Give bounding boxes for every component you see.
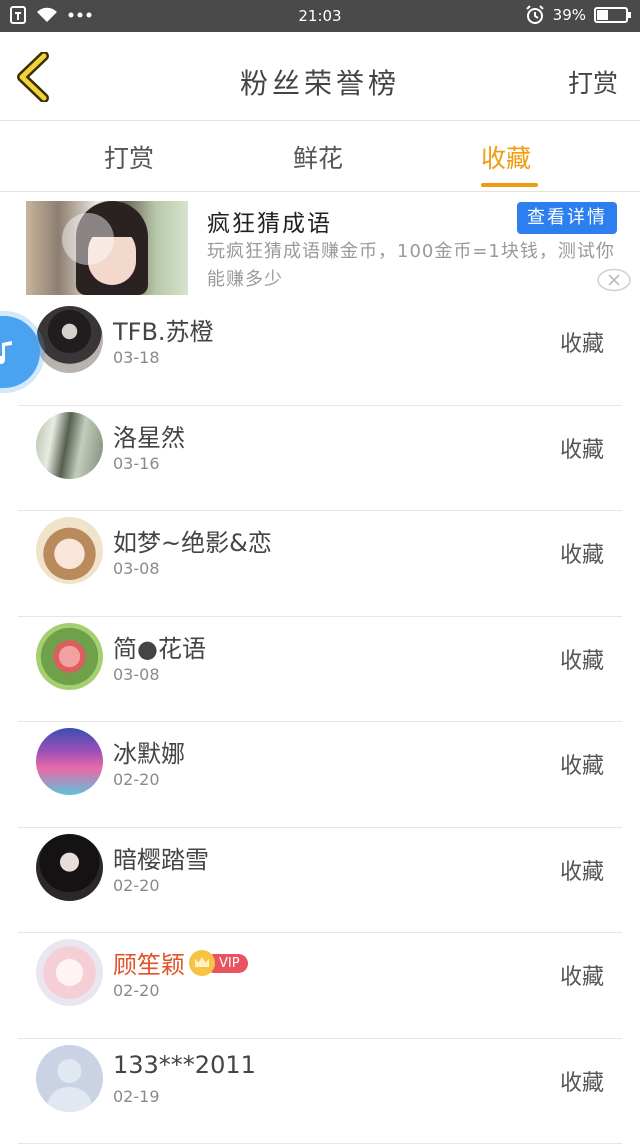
list-item[interactable]: 暗樱踏雪 02-20 收藏 xyxy=(0,828,640,934)
avatar xyxy=(36,623,103,690)
avatar xyxy=(36,412,103,479)
avatar xyxy=(36,834,103,901)
default-avatar-icon xyxy=(36,1045,103,1112)
favorite-label: 收藏 xyxy=(560,326,604,358)
fan-name: 133***2011 xyxy=(113,1051,256,1079)
alarm-icon xyxy=(525,5,545,25)
favorite-label: 收藏 xyxy=(560,748,604,780)
fan-name: TFB.苏橙 xyxy=(113,312,214,347)
list-item[interactable]: 冰默娜 02-20 收藏 xyxy=(0,722,640,828)
list-item[interactable]: 洛星然 03-16 收藏 xyxy=(0,406,640,512)
page-title: 粉丝荣誉榜 xyxy=(0,62,640,102)
fan-name-vip: 顾笙颖VIP xyxy=(113,945,248,980)
favorite-label: 收藏 xyxy=(560,959,604,991)
fan-name: 如梦~绝影&恋 xyxy=(113,523,272,558)
fan-date: 03-18 xyxy=(113,348,160,367)
fan-date: 02-20 xyxy=(113,770,160,789)
reward-button[interactable]: 打赏 xyxy=(568,64,618,100)
crown-icon xyxy=(189,950,215,976)
ad-close-icon[interactable] xyxy=(596,268,632,292)
list-item[interactable]: TFB.苏橙 03-18 收藏 xyxy=(0,300,640,406)
avatar xyxy=(36,306,103,373)
status-bar: 21:03 39% xyxy=(0,0,640,32)
list-item[interactable]: 133***2011 02-19 收藏 xyxy=(0,1039,640,1144)
fan-name: 顾笙颖 xyxy=(113,951,185,979)
fan-date: 03-08 xyxy=(113,665,160,684)
tab-favorites[interactable]: 收藏 xyxy=(481,139,531,175)
ad-description: 玩疯狂猜成语赚金币，100金币=1块钱，测试你能赚多少 xyxy=(207,238,622,294)
fan-date: 02-19 xyxy=(113,1087,160,1106)
fan-name: 简●花语 xyxy=(113,629,206,664)
fan-date: 03-16 xyxy=(113,454,160,473)
list-item[interactable]: 顾笙颖VIP 02-20 收藏 xyxy=(0,933,640,1039)
favorite-label: 收藏 xyxy=(560,643,604,675)
vip-badge: VIP xyxy=(189,950,248,976)
nav-bar: 粉丝荣誉榜 打赏 xyxy=(0,32,640,121)
favorite-label: 收藏 xyxy=(560,432,604,464)
list-item[interactable]: 简●花语 03-08 收藏 xyxy=(0,617,640,723)
battery-percent: 39% xyxy=(553,6,586,24)
battery-icon xyxy=(594,7,628,23)
tab-flowers[interactable]: 鲜花 xyxy=(293,139,343,175)
list-item[interactable]: 如梦~绝影&恋 03-08 收藏 xyxy=(0,511,640,617)
fan-name: 洛星然 xyxy=(113,418,185,453)
avatar xyxy=(36,939,103,1006)
status-icons-right: 39% xyxy=(525,5,628,25)
fan-name: 暗樱踏雪 xyxy=(113,840,209,875)
avatar xyxy=(36,1045,103,1112)
ad-details-button[interactable]: 查看详情 xyxy=(517,202,617,234)
avatar xyxy=(36,517,103,584)
ad-image xyxy=(26,201,188,295)
fan-list: TFB.苏橙 03-18 收藏 洛星然 03-16 收藏 如梦~绝影&恋 03-… xyxy=(0,300,640,1144)
fan-date: 02-20 xyxy=(113,876,160,895)
favorite-label: 收藏 xyxy=(560,537,604,569)
fan-date: 03-08 xyxy=(113,559,160,578)
back-arrow-icon[interactable] xyxy=(14,52,54,102)
music-note-icon xyxy=(0,337,26,367)
ad-banner[interactable]: 疯狂猜成语 查看详情 玩疯狂猜成语赚金币，100金币=1块钱，测试你能赚多少 xyxy=(0,192,640,300)
ad-title: 疯狂猜成语 xyxy=(207,204,332,238)
fan-name: 冰默娜 xyxy=(113,734,185,769)
tab-reward[interactable]: 打赏 xyxy=(104,139,154,175)
favorite-label: 收藏 xyxy=(560,854,604,886)
tab-bar: 打赏 鲜花 收藏 xyxy=(0,121,640,192)
tab-active-indicator xyxy=(481,183,538,187)
favorite-label: 收藏 xyxy=(560,1065,604,1097)
fan-date: 02-20 xyxy=(113,981,160,1000)
avatar xyxy=(36,728,103,795)
